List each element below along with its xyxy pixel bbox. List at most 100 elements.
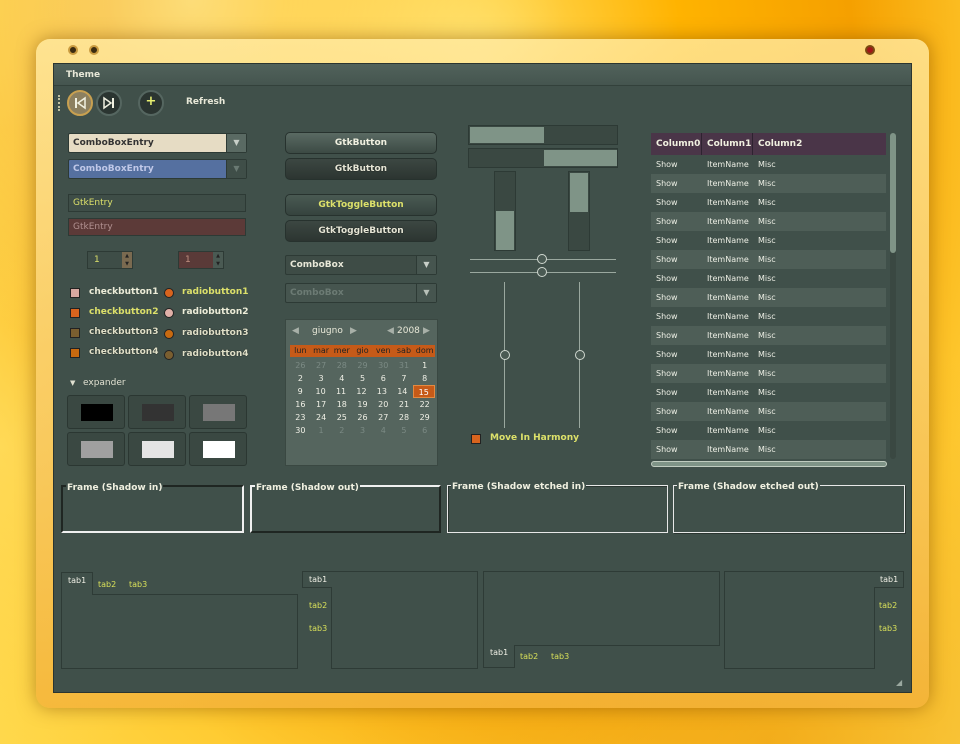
- expander-label[interactable]: expander: [83, 378, 126, 388]
- table-row[interactable]: Show ItemName Misc: [651, 345, 886, 364]
- column-header-2[interactable]: Column2: [753, 133, 886, 155]
- notebook-bottom-tab3[interactable]: tab3: [551, 652, 569, 661]
- combobox-entry-1[interactable]: ComboBoxEntry ▼: [68, 133, 247, 153]
- calendar-day[interactable]: 1: [414, 359, 435, 372]
- gtk-button-2[interactable]: GtkButton: [285, 158, 437, 180]
- resize-grip-icon[interactable]: ◢: [896, 678, 902, 687]
- radiobutton2-label[interactable]: radiobutton2: [182, 307, 249, 317]
- table-row[interactable]: Show ItemName Misc: [651, 383, 886, 402]
- radiobutton1-label[interactable]: radiobutton1: [182, 287, 249, 297]
- gtk-entry-1[interactable]: GtkEntry: [68, 194, 246, 212]
- calendar-day[interactable]: 29: [414, 411, 435, 424]
- refresh-button[interactable]: Refresh: [186, 97, 225, 107]
- calendar-day[interactable]: 28: [394, 411, 415, 424]
- tree-vertical-scrollbar[interactable]: [890, 133, 896, 459]
- calendar-day[interactable]: 2: [331, 424, 352, 437]
- hscale-2-handle[interactable]: [537, 267, 547, 277]
- radiobutton3-label[interactable]: radiobutton3: [182, 328, 249, 338]
- calendar-day[interactable]: 25: [331, 411, 352, 424]
- calendar-day[interactable]: 23: [290, 411, 311, 424]
- notebook-top-tab3[interactable]: tab3: [129, 580, 147, 589]
- vscale-1-handle[interactable]: [500, 350, 510, 360]
- combobox-1[interactable]: ComboBox ▼: [285, 255, 437, 275]
- gtk-entry-2[interactable]: GtkEntry: [68, 218, 246, 236]
- radiobutton4-label[interactable]: radiobutton4: [182, 349, 249, 359]
- calendar-day[interactable]: 19: [352, 398, 373, 411]
- calendar-day[interactable]: 17: [311, 398, 332, 411]
- calendar-day[interactable]: 6: [414, 424, 435, 437]
- notebook-top-tab2[interactable]: tab2: [98, 580, 116, 589]
- checkbutton2-box[interactable]: [70, 308, 80, 318]
- calendar-day[interactable]: 13: [372, 385, 392, 398]
- radiobutton1-circle[interactable]: [164, 288, 174, 298]
- calendar-day[interactable]: 3: [352, 424, 373, 437]
- chevron-down-icon[interactable]: ▼: [226, 134, 246, 152]
- window-minimize-icon[interactable]: [68, 45, 78, 55]
- calendar[interactable]: ◀ giugno ▶ ◀ 2008 ▶ lun mar mer gio ven …: [285, 319, 438, 466]
- radiobutton2-circle[interactable]: [164, 308, 174, 318]
- calendar-day[interactable]: 5: [394, 424, 415, 437]
- notebook-left-tab3[interactable]: tab3: [309, 624, 327, 633]
- table-row[interactable]: Show ItemName Misc: [651, 174, 886, 193]
- window-close-icon[interactable]: [865, 45, 875, 55]
- table-row[interactable]: Show ItemName Misc: [651, 440, 886, 459]
- checkbutton1-box[interactable]: [70, 288, 80, 298]
- table-row[interactable]: Show ItemName Misc: [651, 307, 886, 326]
- calendar-day[interactable]: 14: [392, 385, 412, 398]
- spin-button-2[interactable]: 1 ▲ ▼: [178, 251, 224, 269]
- month-prev-icon[interactable]: ◀: [292, 326, 299, 336]
- notebook-left-tab2[interactable]: tab2: [309, 601, 327, 610]
- spin-arrows-icon[interactable]: ▲ ▼: [122, 252, 132, 268]
- move-in-harmony-checkbox[interactable]: [471, 434, 481, 444]
- calendar-day[interactable]: 5: [352, 372, 373, 385]
- calendar-day[interactable]: 28: [331, 359, 352, 372]
- calendar-day[interactable]: 8: [414, 372, 435, 385]
- table-row[interactable]: Show ItemName Misc: [651, 269, 886, 288]
- column-header-0[interactable]: Column0: [651, 133, 702, 155]
- calendar-day[interactable]: 22: [414, 398, 435, 411]
- expander-arrow-icon[interactable]: ▼: [70, 379, 75, 387]
- toolbar-grip-icon[interactable]: [58, 95, 61, 111]
- calendar-day[interactable]: 1: [311, 424, 332, 437]
- tree-horizontal-scrollbar[interactable]: [651, 461, 887, 467]
- scrollbar-thumb[interactable]: [890, 133, 896, 253]
- calendar-day[interactable]: 2: [290, 372, 311, 385]
- tree-view[interactable]: Column0 Column1 Column2 Show ItemName Misc…: [651, 133, 886, 459]
- year-next-icon[interactable]: ▶: [423, 326, 430, 336]
- window-maximize-icon[interactable]: [89, 45, 99, 55]
- checkbutton4-box[interactable]: [70, 348, 80, 358]
- notebook-left-tab1[interactable]: tab1: [302, 571, 332, 588]
- checkbutton4-label[interactable]: checkbutton4: [89, 347, 158, 357]
- radiobutton3-circle[interactable]: [164, 329, 174, 339]
- combobox-entry-2[interactable]: ComboBoxEntry ▼: [68, 159, 247, 179]
- calendar-day[interactable]: 11: [331, 385, 351, 398]
- table-row[interactable]: Show ItemName Misc: [651, 155, 886, 174]
- year-prev-icon[interactable]: ◀: [387, 326, 394, 336]
- table-row[interactable]: Show ItemName Misc: [651, 212, 886, 231]
- checkbutton3-label[interactable]: checkbutton3: [89, 327, 158, 337]
- calendar-day[interactable]: 27: [311, 359, 332, 372]
- add-button[interactable]: +: [138, 90, 164, 116]
- skip-forward-button[interactable]: [96, 90, 122, 116]
- calendar-day[interactable]: 21: [394, 398, 415, 411]
- calendar-day[interactable]: 30: [373, 359, 394, 372]
- calendar-day[interactable]: 24: [311, 411, 332, 424]
- calendar-day[interactable]: 6: [373, 372, 394, 385]
- calendar-day[interactable]: 31: [394, 359, 415, 372]
- skip-back-button[interactable]: [67, 90, 93, 116]
- spin-button-1[interactable]: 1 ▲ ▼: [87, 251, 133, 269]
- table-row[interactable]: Show ItemName Misc: [651, 250, 886, 269]
- table-row[interactable]: Show ItemName Misc: [651, 421, 886, 440]
- checkbutton1-label[interactable]: checkbutton1: [89, 287, 158, 297]
- calendar-day[interactable]: 20: [373, 398, 394, 411]
- table-row[interactable]: Show ItemName Misc: [651, 364, 886, 383]
- calendar-day[interactable]: 18: [331, 398, 352, 411]
- calendar-day[interactable]: 26: [290, 359, 311, 372]
- vscale-2-handle[interactable]: [575, 350, 585, 360]
- radiobutton4-circle[interactable]: [164, 350, 174, 360]
- calendar-day[interactable]: 7: [394, 372, 415, 385]
- notebook-right-tab1[interactable]: tab1: [874, 571, 904, 588]
- column-header-1[interactable]: Column1: [702, 133, 753, 155]
- notebook-bottom-tab2[interactable]: tab2: [520, 652, 538, 661]
- calendar-day[interactable]: 15: [412, 385, 435, 398]
